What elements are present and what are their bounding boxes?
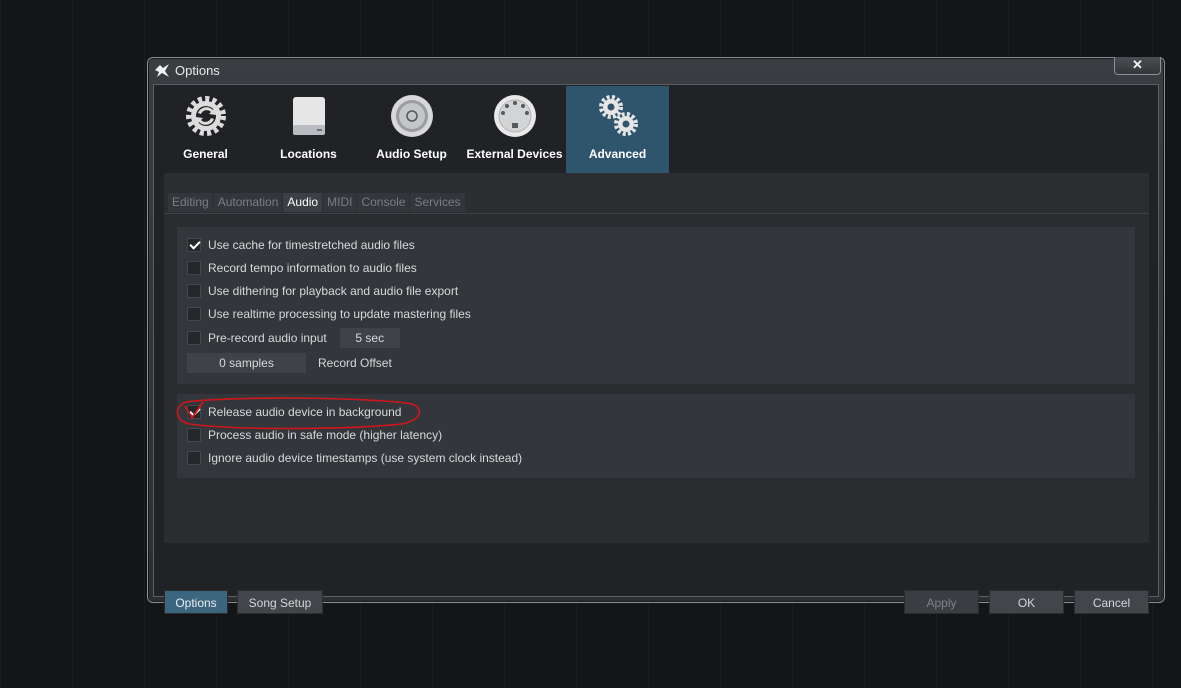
title-bar[interactable]: Options ✕	[148, 57, 1164, 84]
audio-tab-panel: Use cache for timestretched audio files …	[164, 213, 1149, 543]
tab-audio[interactable]: Audio	[283, 193, 323, 212]
option-label: Process audio in safe mode (higher laten…	[208, 428, 443, 442]
song-setup-button[interactable]: Song Setup	[237, 590, 323, 614]
category-audio-setup[interactable]: Audio Setup	[360, 86, 463, 173]
option-label: Pre-record audio input	[208, 331, 327, 345]
options-dialog: Options ✕ General Locations Audio Setup …	[147, 57, 1165, 614]
options-button[interactable]: Options	[164, 590, 228, 614]
midi-port-icon	[494, 95, 536, 137]
category-label: Advanced	[588, 147, 647, 161]
option-safe-mode[interactable]: Process audio in safe mode (higher laten…	[187, 426, 442, 444]
category-locations[interactable]: Locations	[257, 86, 360, 173]
record-offset-row: 0 samples Record Offset	[187, 353, 392, 373]
option-label: Ignore audio device timestamps (use syst…	[208, 451, 523, 465]
checkbox[interactable]	[187, 307, 201, 321]
tab-console[interactable]: Console	[357, 193, 410, 212]
app-icon	[155, 64, 169, 77]
option-ignore-timestamps[interactable]: Ignore audio device timestamps (use syst…	[187, 449, 522, 467]
gears-icon	[599, 95, 638, 136]
option-use-cache[interactable]: Use cache for timestretched audio files	[187, 236, 415, 254]
apply-button[interactable]: Apply	[904, 590, 979, 614]
category-general[interactable]: General	[154, 86, 257, 173]
category-advanced[interactable]: Advanced	[566, 86, 669, 173]
checkbox[interactable]	[187, 405, 201, 419]
option-label: Use dithering for playback and audio fil…	[208, 284, 459, 298]
tab-services[interactable]: Services	[410, 193, 465, 212]
option-label: Release audio device in background	[208, 405, 402, 419]
category-external-devices[interactable]: External Devices	[463, 86, 566, 173]
speaker-icon	[391, 95, 433, 137]
pre-record-time-field[interactable]: 5 sec	[339, 328, 400, 348]
checkbox[interactable]	[187, 284, 201, 298]
record-offset-label: Record Offset	[318, 356, 392, 370]
gear-sync-icon	[186, 96, 226, 136]
drive-icon	[293, 97, 325, 135]
category-label: External Devices	[466, 147, 563, 161]
record-offset-field[interactable]: 0 samples	[187, 353, 306, 373]
checkbox[interactable]	[187, 261, 201, 275]
category-label: General	[183, 147, 228, 161]
close-button[interactable]: ✕	[1114, 57, 1161, 75]
dialog-body: General Locations Audio Setup External D…	[153, 84, 1159, 614]
checkbox[interactable]	[187, 428, 201, 442]
tab-editing[interactable]: Editing	[168, 193, 213, 212]
window-title: Options	[175, 63, 220, 78]
option-pre-record[interactable]: Pre-record audio input 5 sec	[187, 328, 400, 348]
tab-automation[interactable]: Automation	[213, 193, 283, 212]
option-release-audio-device[interactable]: Release audio device in background	[187, 403, 401, 421]
audio-device-group: Release audio device in background Proce…	[177, 394, 1135, 478]
checkbox[interactable]	[187, 238, 201, 252]
option-realtime-processing[interactable]: Use realtime processing to update master…	[187, 305, 471, 323]
ok-button[interactable]: OK	[989, 590, 1064, 614]
option-record-tempo[interactable]: Record tempo information to audio files	[187, 259, 417, 277]
option-label: Record tempo information to audio files	[208, 261, 417, 275]
tab-midi[interactable]: MIDI	[323, 193, 357, 212]
audio-options-group: Use cache for timestretched audio files …	[177, 227, 1135, 384]
checkbox[interactable]	[187, 331, 201, 345]
settings-content: Editing Automation Audio MIDI Console Se…	[164, 173, 1149, 543]
category-label: Locations	[280, 147, 337, 161]
option-dithering[interactable]: Use dithering for playback and audio fil…	[187, 282, 458, 300]
cancel-button[interactable]: Cancel	[1074, 590, 1149, 614]
checkbox[interactable]	[187, 451, 201, 465]
option-label: Use cache for timestretched audio files	[208, 238, 415, 252]
category-label: Audio Setup	[376, 147, 447, 161]
subtab-bar: Editing Automation Audio MIDI Console Se…	[168, 193, 466, 213]
option-label: Use realtime processing to update master…	[208, 307, 471, 321]
